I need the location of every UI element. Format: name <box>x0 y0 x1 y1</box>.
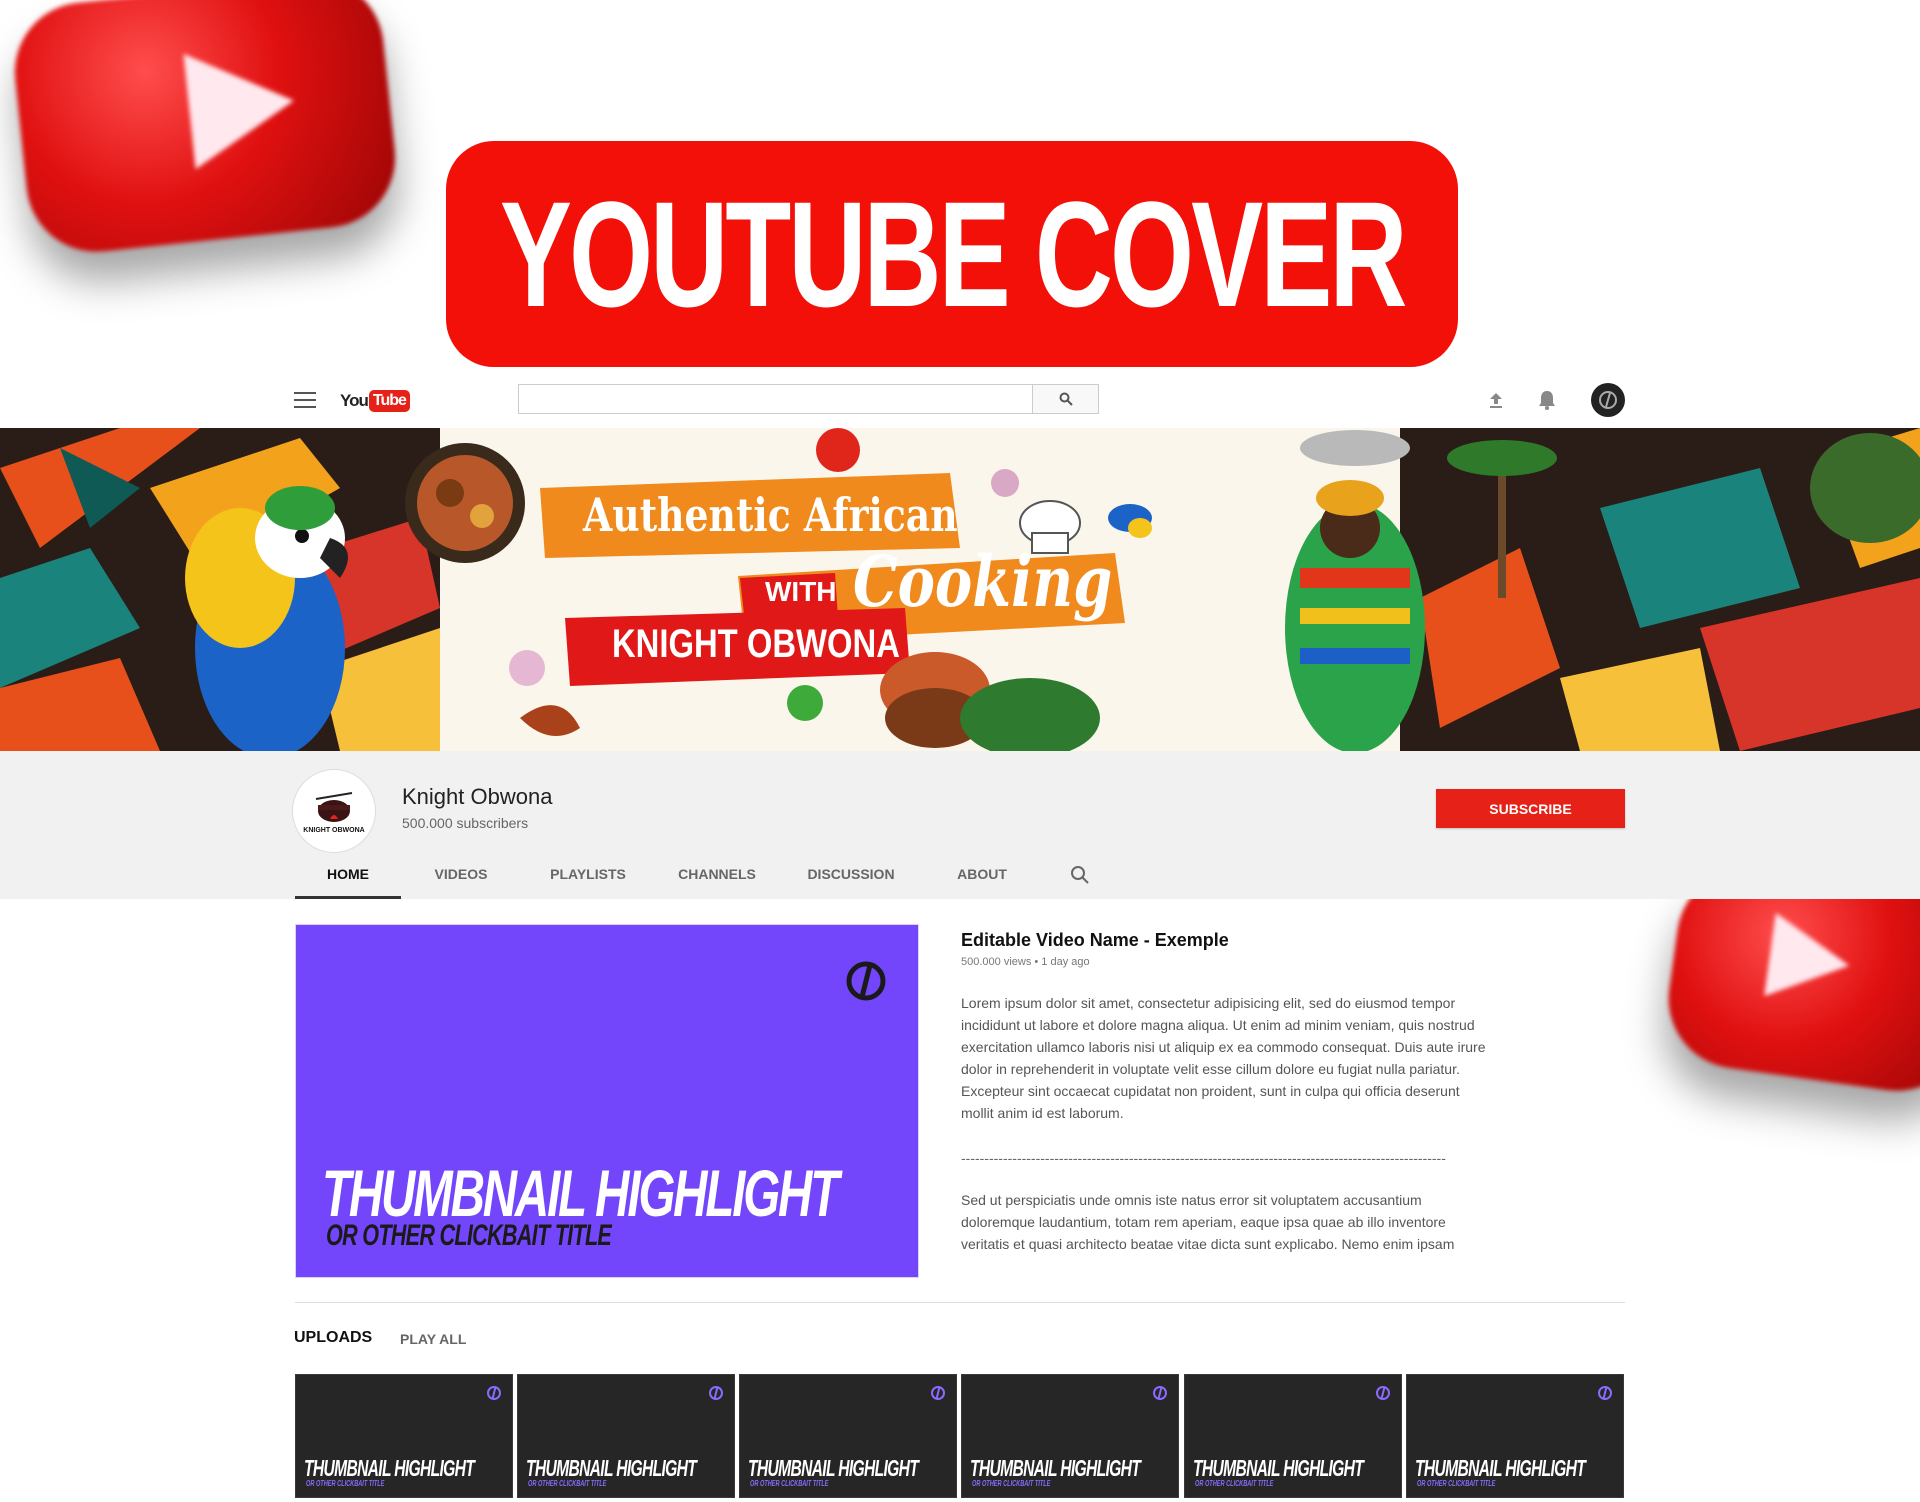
banner-line1: Authentic African <box>583 488 958 542</box>
upload-subtitle: OR OTHER CLICKBAIT TITLE <box>972 1479 1051 1488</box>
upload-subtitle: OR OTHER CLICKBAIT TITLE <box>306 1479 385 1488</box>
channel-logo-icon <box>846 961 886 1001</box>
hero-title-badge: YOUTUBE COVER <box>446 141 1458 367</box>
uploads-heading: UPLOADS <box>294 1329 373 1346</box>
hero-title: YOUTUBE COVER <box>499 169 1408 338</box>
video-meta: 500.000 views • 1 day ago <box>961 956 1090 968</box>
search-button[interactable] <box>1032 384 1099 414</box>
channel-logo-icon <box>709 1386 723 1400</box>
video-description: Lorem ipsum dolor sit amet, consectetur … <box>961 995 1486 1121</box>
subscriber-count: 500.000 subscribers <box>402 815 529 831</box>
tab-home[interactable]: HOME <box>295 851 401 899</box>
featured-video-thumbnail[interactable]: THUMBNAIL HIGHLIGHT OR OTHER CLICKBAIT T… <box>295 924 919 1278</box>
channel-avatar[interactable]: KNIGHT OBWONA <box>292 769 376 853</box>
upload-title: THUMBNAIL HIGHLIGHT <box>304 1455 475 1481</box>
upload-thumbnail[interactable]: THUMBNAIL HIGHLIGHT OR OTHER CLICKBAIT T… <box>961 1374 1179 1498</box>
tab-playlists[interactable]: PLAYLISTS <box>521 851 655 899</box>
channel-logo-icon <box>487 1386 501 1400</box>
upload-subtitle: OR OTHER CLICKBAIT TITLE <box>528 1479 607 1488</box>
upload-thumbnail[interactable]: THUMBNAIL HIGHLIGHT OR OTHER CLICKBAIT T… <box>1184 1374 1402 1498</box>
banner-cooking: Cooking <box>853 540 1113 623</box>
channel-logo-icon <box>1598 1386 1612 1400</box>
bell-icon[interactable] <box>1536 389 1558 411</box>
avatar[interactable] <box>1591 383 1625 417</box>
upload-title: THUMBNAIL HIGHLIGHT <box>748 1455 919 1481</box>
banner-name: KNIGHT OBWONA <box>612 622 900 666</box>
tab-about[interactable]: ABOUT <box>923 851 1041 899</box>
logo-you: You <box>340 391 369 410</box>
upload-title: THUMBNAIL HIGHLIGHT <box>526 1455 697 1481</box>
section-divider <box>295 1302 1625 1303</box>
search-icon <box>1059 392 1073 406</box>
play-all-link[interactable]: PLAY ALL <box>400 1331 466 1347</box>
video-description-continued: Sed ut perspiciatis unde omnis iste natu… <box>961 1192 1455 1252</box>
upload-thumbnail[interactable]: THUMBNAIL HIGHLIGHT OR OTHER CLICKBAIT T… <box>739 1374 957 1498</box>
tab-channels[interactable]: CHANNELS <box>655 851 779 899</box>
cooking-pot-icon <box>315 791 353 822</box>
channel-logo-icon <box>931 1386 945 1400</box>
logo-tube: Tube <box>368 390 410 412</box>
upload-thumbnail[interactable]: THUMBNAIL HIGHLIGHT OR OTHER CLICKBAIT T… <box>517 1374 735 1498</box>
upload-thumbnail[interactable]: THUMBNAIL HIGHLIGHT OR OTHER CLICKBAIT T… <box>1406 1374 1624 1498</box>
page: { "hero": {"title": "YOUTUBE COVER"}, "m… <box>0 0 1920 1502</box>
youtube-logo[interactable]: You Tube <box>340 387 410 415</box>
channel-tabs: HOME VIDEOS PLAYLISTS CHANNELS DISCUSSIO… <box>295 851 1041 899</box>
tab-discussion[interactable]: DISCUSSION <box>779 851 923 899</box>
channel-logo-icon <box>1376 1386 1390 1400</box>
description-divider: ----------------------------------------… <box>961 1150 1446 1166</box>
channel-name: Knight Obwona <box>402 784 553 809</box>
channel-header: KNIGHT OBWONA Knight Obwona 500.000 subs… <box>0 751 1920 899</box>
upload-subtitle: OR OTHER CLICKBAIT TITLE <box>750 1479 829 1488</box>
search-icon[interactable] <box>1069 864 1091 886</box>
upload-icon[interactable] <box>1486 390 1506 410</box>
upload-subtitle: OR OTHER CLICKBAIT TITLE <box>1195 1479 1274 1488</box>
tab-videos[interactable]: VIDEOS <box>401 851 521 899</box>
video-title[interactable]: Editable Video Name - Exemple <box>961 930 1229 951</box>
upload-title: THUMBNAIL HIGHLIGHT <box>1415 1455 1586 1481</box>
menu-icon[interactable] <box>294 392 316 410</box>
banner-with: WITH <box>765 576 837 607</box>
channel-logo-icon <box>1599 391 1617 409</box>
youtube-3d-logo-icon <box>7 0 403 259</box>
upload-title: THUMBNAIL HIGHLIGHT <box>970 1455 1141 1481</box>
masthead: You Tube <box>0 376 1920 428</box>
upload-thumbnail[interactable]: THUMBNAIL HIGHLIGHT OR OTHER CLICKBAIT T… <box>295 1374 513 1498</box>
upload-title: THUMBNAIL HIGHLIGHT <box>1193 1455 1364 1481</box>
thumbnail-subtitle: OR OTHER CLICKBAIT TITLE <box>326 1219 612 1252</box>
search-input[interactable] <box>518 384 1033 414</box>
upload-subtitle: OR OTHER CLICKBAIT TITLE <box>1417 1479 1496 1488</box>
subscribe-button[interactable]: SUBSCRIBE <box>1436 789 1625 828</box>
channel-logo-icon <box>1153 1386 1167 1400</box>
channel-avatar-text: KNIGHT OBWONA <box>303 826 365 834</box>
